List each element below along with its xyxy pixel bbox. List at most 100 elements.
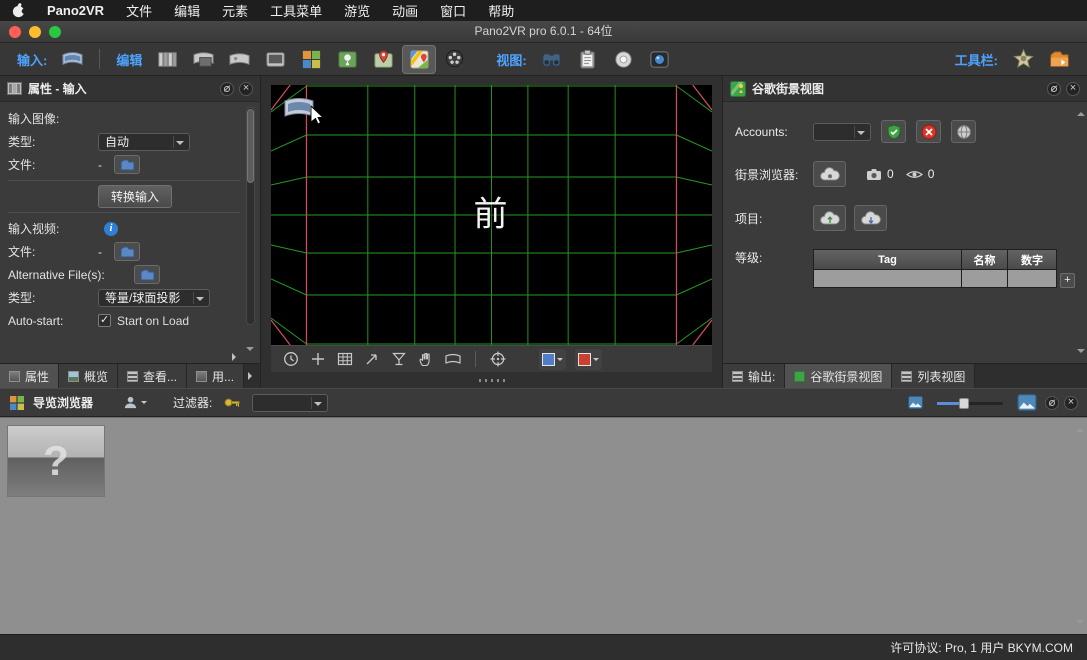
web-account-button[interactable] (951, 120, 976, 143)
grid-icon[interactable] (336, 350, 354, 368)
add-level-button[interactable]: + (1060, 273, 1075, 288)
remove-account-button[interactable] (916, 120, 941, 143)
level-table-row (814, 269, 1056, 287)
scroll-up-arrow[interactable] (1076, 424, 1084, 432)
menu-tools[interactable]: 工具菜单 (270, 1, 322, 20)
upload-project-button[interactable] (813, 205, 846, 231)
tag-cell[interactable] (814, 269, 962, 287)
components-button[interactable] (1006, 45, 1040, 74)
tab-properties-label: 属性 (25, 368, 49, 385)
projection-select[interactable]: 等量/球面投影 (98, 289, 210, 307)
accounts-row: Accounts: (735, 120, 1075, 143)
panorama-mode-icon[interactable] (444, 350, 462, 368)
menu-help[interactable]: 帮助 (488, 1, 514, 20)
scroll-down-arrow[interactable] (246, 347, 254, 355)
browse-video-button[interactable] (114, 242, 140, 261)
minimize-window-button[interactable] (29, 26, 41, 38)
find-button[interactable] (535, 45, 569, 74)
project-label: 项目: (735, 210, 813, 227)
scroll-down-arrow[interactable] (1076, 620, 1084, 628)
accounts-select[interactable] (813, 123, 871, 141)
camera-icon (866, 168, 882, 181)
horizontal-splitter[interactable] (261, 372, 722, 388)
verify-account-button[interactable] (881, 120, 906, 143)
film-reel-icon (444, 48, 467, 71)
pan-arrow-icon[interactable] (363, 350, 381, 368)
detach-panel-button[interactable] (1047, 82, 1061, 96)
menu-tour[interactable]: 游览 (344, 1, 370, 20)
filter-select[interactable] (252, 394, 328, 412)
browse-file-button[interactable] (114, 155, 140, 174)
app-menu[interactable]: Pano2VR (47, 3, 104, 18)
edge-color-button[interactable] (575, 349, 602, 370)
window-titlebar[interactable]: Pano2VR pro 6.0.1 - 64位 (0, 21, 1087, 43)
scroll-right-arrow[interactable] (232, 353, 240, 361)
menu-elements[interactable]: 元素 (222, 1, 248, 20)
menu-file[interactable]: 文件 (126, 1, 152, 20)
panorama-thumbnail[interactable]: ? (8, 426, 104, 496)
hotspot-funnel-icon[interactable] (390, 350, 408, 368)
menu-animation[interactable]: 动画 (392, 1, 418, 20)
map-pin-button[interactable] (366, 45, 400, 74)
close-window-button[interactable] (9, 26, 21, 38)
output-folder-button[interactable] (1042, 45, 1076, 74)
tab-listview[interactable]: 列表视图 (892, 364, 975, 388)
user-menu-button[interactable] (119, 393, 151, 412)
tab-output[interactable]: 输出: (723, 364, 785, 388)
tab-overview[interactable]: 概览 (59, 364, 118, 388)
tour-browser-button[interactable] (294, 45, 328, 74)
close-panel-button[interactable] (1066, 82, 1080, 96)
tour-browser-body[interactable]: ? (0, 417, 1087, 634)
tour-map-button[interactable] (330, 45, 364, 74)
tabs-overflow-arrow[interactable] (244, 364, 260, 388)
scrollbar-thumb[interactable] (248, 110, 253, 182)
tab-user[interactable]: 用... (187, 364, 244, 388)
tab-streetview[interactable]: 谷歌街景视图 (785, 364, 892, 388)
google-maps-button[interactable] (402, 45, 436, 74)
menu-window[interactable]: 窗口 (440, 1, 466, 20)
grid-color-button[interactable] (539, 349, 566, 370)
download-project-button[interactable] (854, 205, 887, 231)
node-thumbnail[interactable] (283, 94, 335, 133)
time-icon[interactable] (282, 350, 300, 368)
tour-tiles-icon (300, 48, 323, 71)
close-panel-button[interactable] (1064, 396, 1078, 410)
tab-properties[interactable]: 属性 (0, 364, 59, 388)
scroll-up-arrow[interactable] (1077, 108, 1085, 116)
autostart-row: Auto-start: Start on Load (8, 309, 240, 332)
info-icon[interactable] (104, 222, 118, 236)
detach-panel-button[interactable] (1045, 396, 1059, 410)
zoom-window-button[interactable] (49, 26, 61, 38)
patch-input-button[interactable] (150, 45, 184, 74)
viewer-panorama-button[interactable] (186, 45, 220, 74)
add-icon[interactable] (309, 350, 327, 368)
panorama-viewer[interactable]: 前 (271, 85, 712, 345)
properties-scrollbar[interactable] (246, 107, 255, 325)
input-video-label: 输入视频: (8, 220, 98, 237)
thumbnail-size-slider[interactable] (937, 396, 1003, 410)
scroll-down-arrow[interactable] (1077, 349, 1085, 357)
projection-button[interactable] (607, 45, 641, 74)
apple-menu[interactable] (12, 3, 25, 18)
tab-viewer[interactable]: 查看... (118, 364, 187, 388)
number-cell[interactable] (1008, 269, 1056, 287)
name-cell[interactable] (962, 269, 1008, 287)
detach-panel-button[interactable] (220, 82, 234, 96)
filter-key-button[interactable] (220, 394, 244, 411)
convert-input-button[interactable]: 转换输入 (98, 185, 172, 208)
preview-lens-button[interactable] (643, 45, 677, 74)
hand-tool-icon[interactable] (417, 350, 435, 368)
animation-button[interactable] (438, 45, 472, 74)
browse-alternative-button[interactable] (134, 265, 160, 284)
slider-knob[interactable] (959, 398, 969, 409)
viewer-window-button[interactable] (258, 45, 292, 74)
start-on-load-checkbox[interactable] (98, 314, 111, 327)
target-icon[interactable] (489, 350, 507, 368)
close-panel-button[interactable] (239, 82, 253, 96)
input-type-select[interactable]: 自动 (98, 133, 190, 151)
panorama-button[interactable] (222, 45, 256, 74)
clipboard-button[interactable] (571, 45, 605, 74)
menu-edit[interactable]: 编辑 (174, 1, 200, 20)
input-panorama-button[interactable] (55, 45, 89, 74)
open-streetview-browser-button[interactable] (813, 161, 846, 187)
